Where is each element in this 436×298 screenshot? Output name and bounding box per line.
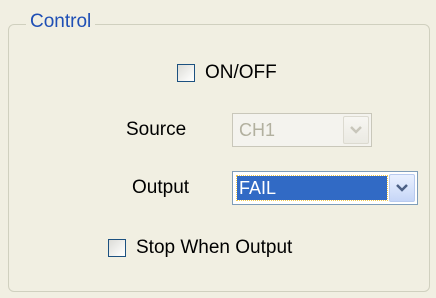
source-label: Source	[126, 119, 187, 140]
onoff-checkbox[interactable]	[177, 64, 195, 82]
output-dropdown-button[interactable]	[389, 174, 415, 202]
onoff-label[interactable]: ON/OFF	[205, 61, 277, 85]
stop-when-output-checkbox[interactable]	[108, 239, 126, 257]
output-value: FAIL	[236, 175, 388, 201]
source-dropdown[interactable]: CH1	[232, 113, 372, 147]
source-dropdown-button[interactable]	[343, 116, 369, 144]
chevron-down-icon	[396, 184, 408, 192]
chevron-down-icon	[350, 126, 362, 134]
source-value: CH1	[239, 120, 276, 140]
output-label: Output	[132, 177, 190, 198]
stop-when-output-label[interactable]: Stop When Output	[136, 236, 292, 260]
output-dropdown[interactable]: FAIL	[232, 171, 418, 205]
control-group-title: Control	[26, 10, 96, 34]
